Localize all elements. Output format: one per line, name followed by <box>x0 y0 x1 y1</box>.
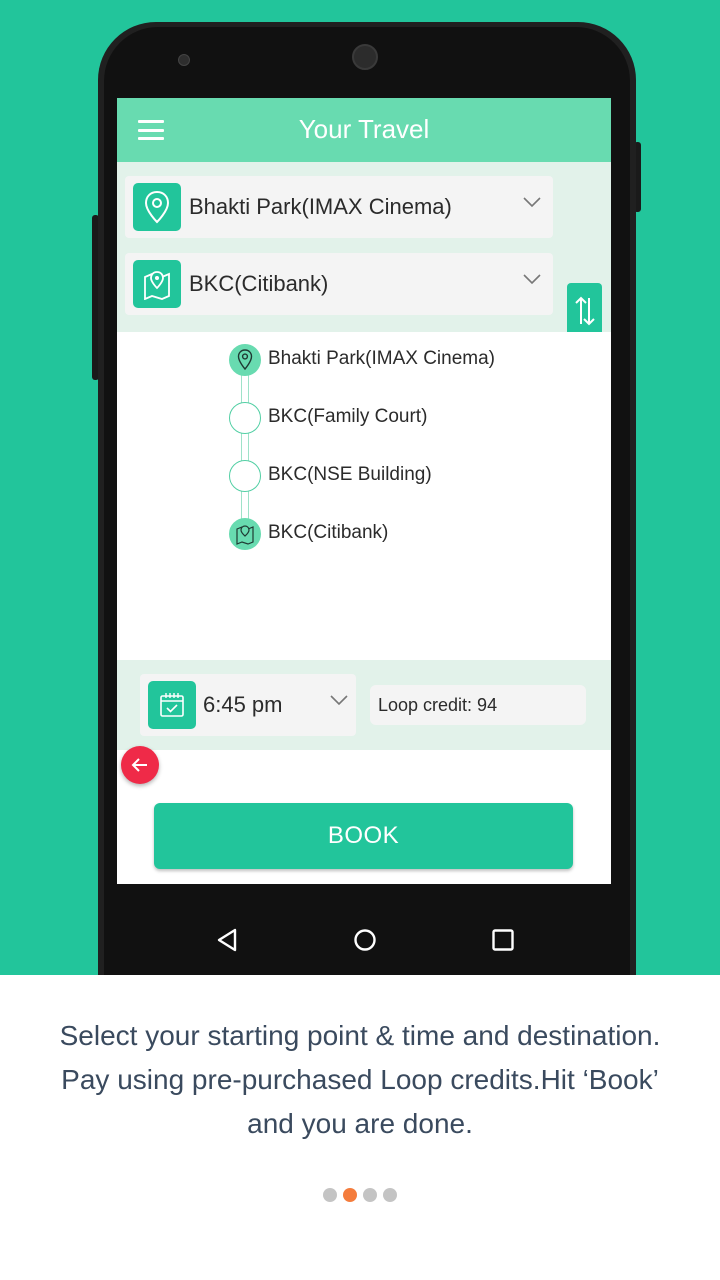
swap-vertical-icon <box>574 296 595 325</box>
route-panel: Bhakti Park(IMAX Cinema) BKC(Citibank) <box>117 162 611 338</box>
hero-background: Your Travel Bhakti Park(IMAX Cinema) BKC… <box>0 0 720 975</box>
stop-marker <box>229 402 261 434</box>
list-item: BKC(Citibank) <box>268 522 389 543</box>
route-line <box>241 362 249 534</box>
stop-marker <box>229 460 261 492</box>
pager-dot[interactable] <box>323 1188 337 1202</box>
time-value: 6:45 pm <box>203 692 283 717</box>
app-bar: Your Travel <box>117 98 611 162</box>
to-location-select[interactable]: BKC(Citibank) <box>125 253 553 315</box>
time-select[interactable]: 6:45 pm <box>140 674 356 736</box>
list-item: Bhakti Park(IMAX Cinema) <box>268 348 496 369</box>
time-credit-panel: 6:45 pm Loop credit: 94 <box>117 660 611 750</box>
calendar-icon <box>148 681 196 729</box>
chevron-down-icon <box>330 695 348 706</box>
square-recents-icon[interactable] <box>491 928 515 952</box>
back-button[interactable] <box>121 746 159 784</box>
loop-credit-display: Loop credit: 94 <box>370 685 586 725</box>
caption-line: Pay using pre-purchased Loop credits.Hit… <box>61 1064 659 1095</box>
page-title: Your Travel <box>298 114 430 144</box>
phone-camera <box>178 54 190 66</box>
caption-line: Select your starting point & time and de… <box>59 1020 661 1051</box>
phone-speaker <box>352 44 378 70</box>
map-icon <box>133 260 181 308</box>
to-location-value: BKC(Citibank) <box>189 271 329 296</box>
chevron-down-icon <box>523 274 541 285</box>
triangle-back-icon[interactable] <box>216 928 238 952</box>
pager-dots <box>0 1188 720 1202</box>
stop-destination-marker <box>229 518 261 550</box>
chevron-down-icon <box>523 197 541 208</box>
from-location-value: Bhakti Park(IMAX Cinema) <box>189 194 452 219</box>
from-location-select[interactable]: Bhakti Park(IMAX Cinema) <box>125 176 553 238</box>
book-button[interactable]: BOOK <box>154 803 573 869</box>
route-stops-list: Bhakti Park(IMAX Cinema) BKC(Family Cour… <box>117 332 611 660</box>
app-screen: Your Travel Bhakti Park(IMAX Cinema) BKC… <box>117 98 611 884</box>
stop-origin-marker <box>229 344 261 376</box>
caption-line: and you are done. <box>247 1108 473 1139</box>
circle-home-icon[interactable] <box>353 928 377 952</box>
swap-locations-button[interactable] <box>567 283 602 338</box>
loop-credit-text: Loop credit: 94 <box>378 695 498 715</box>
pager-dot[interactable] <box>363 1188 377 1202</box>
arrow-left-icon <box>131 758 147 772</box>
pager-dot-active[interactable] <box>343 1188 357 1202</box>
map-pin-icon <box>237 349 253 371</box>
map-icon <box>236 525 254 545</box>
android-nav-bar <box>117 884 611 975</box>
list-item: BKC(NSE Building) <box>268 464 432 485</box>
list-item: BKC(Family Court) <box>268 406 428 427</box>
onboarding-caption: Select your starting point & time and de… <box>0 1014 720 1146</box>
pager-dot[interactable] <box>383 1188 397 1202</box>
map-pin-icon <box>133 183 181 231</box>
